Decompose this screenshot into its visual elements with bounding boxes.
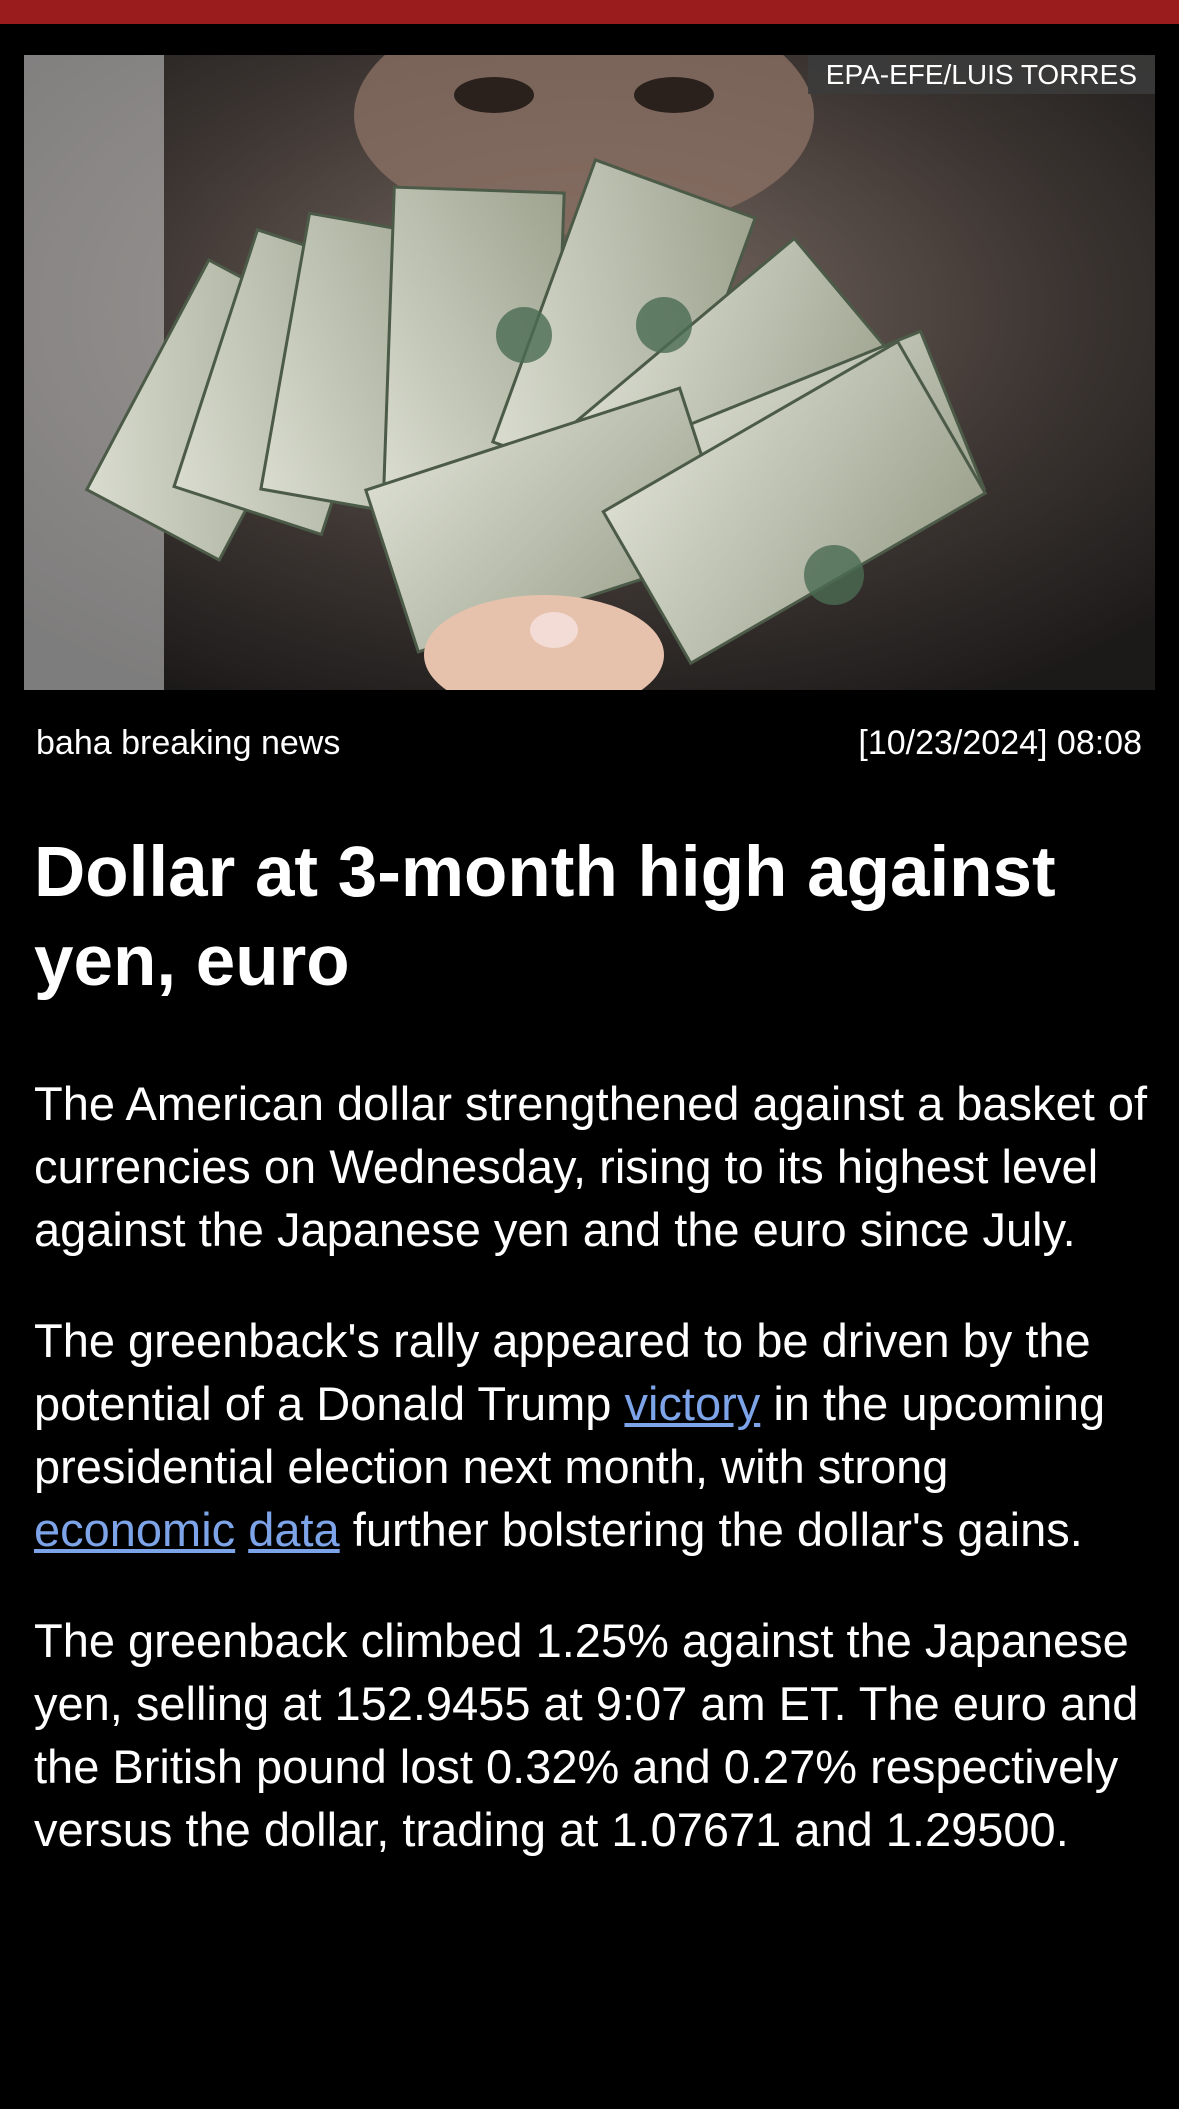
article-body: The American dollar strengthened against… <box>34 1072 1154 1909</box>
link-victory[interactable]: victory <box>624 1377 760 1430</box>
link-data[interactable]: data <box>248 1503 339 1556</box>
photo-credit: EPA-EFE/LUIS TORRES <box>807 55 1155 94</box>
paragraph-2-text-c <box>235 1503 248 1556</box>
publish-datetime: [10/23/2024] 08:08 <box>858 723 1142 762</box>
article-headline: Dollar at 3-month high against yen, euro <box>34 833 1056 1001</box>
paragraph-3: The greenback climbed 1.25% against the … <box>34 1614 1139 1856</box>
top-accent-bar <box>0 0 1179 24</box>
hero-photo-illustration <box>24 55 1155 690</box>
paragraph-2-text-d: further bolstering the dollar's gains. <box>339 1503 1083 1556</box>
hero-image[interactable]: EPA-EFE/LUIS TORRES <box>24 55 1155 690</box>
article-meta: baha breaking news [10/23/2024] 08:08 <box>36 718 1142 768</box>
paragraph-2: The greenback's rally appeared to be dri… <box>34 1309 1154 1561</box>
paragraph-1: The American dollar strengthened against… <box>34 1077 1148 1256</box>
source-label[interactable]: baha breaking news <box>36 724 340 763</box>
link-economic[interactable]: economic <box>34 1503 235 1556</box>
